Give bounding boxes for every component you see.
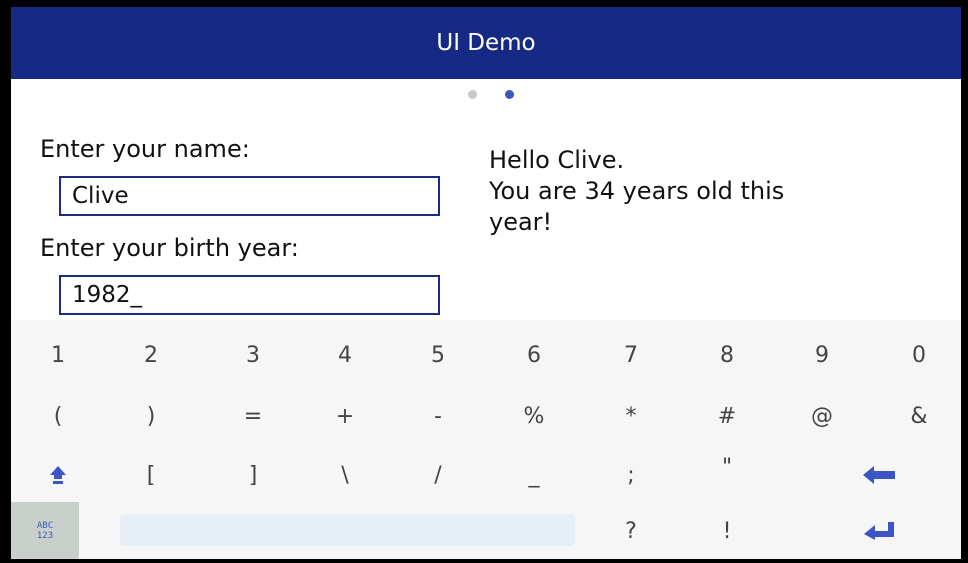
key-3[interactable]: 3	[208, 326, 298, 384]
key-close-bracket[interactable]: ]	[208, 446, 298, 504]
greeting-text: Hello Clive. You are 34 years old this y…	[489, 145, 929, 238]
mode-label-123: 123	[36, 530, 54, 541]
key-7[interactable]: 7	[586, 326, 676, 384]
key-open-paren[interactable]: (	[13, 387, 103, 445]
key-ampersand[interactable]: &	[874, 387, 961, 445]
key-double-quote[interactable]: "	[682, 438, 772, 496]
page-dot-1[interactable]	[468, 90, 477, 99]
key-1[interactable]: 1	[13, 326, 103, 384]
key-2[interactable]: 2	[106, 326, 196, 384]
keyboard-mode-toggle[interactable]: ABC 123	[11, 502, 79, 559]
backspace-key[interactable]	[834, 446, 924, 504]
key-hash[interactable]: #	[682, 387, 772, 445]
key-0[interactable]: 0	[874, 326, 961, 384]
greeting-line-1: Hello Clive.	[489, 146, 625, 174]
title-bar: UI Demo	[11, 7, 961, 79]
key-question-mark[interactable]: ?	[586, 502, 676, 559]
key-asterisk[interactable]: *	[586, 387, 676, 445]
shift-up-arrow-icon	[50, 466, 66, 484]
greeting-line-3: year!	[489, 208, 553, 236]
key-backslash[interactable]: \	[300, 446, 390, 504]
key-exclamation[interactable]: !	[682, 502, 772, 559]
greeting-line-2: You are 34 years old this	[489, 177, 785, 205]
key-plus[interactable]: +	[300, 387, 390, 445]
key-4[interactable]: 4	[300, 326, 390, 384]
key-at[interactable]: @	[777, 387, 867, 445]
key-close-paren[interactable]: )	[106, 387, 196, 445]
key-open-bracket[interactable]: [	[106, 446, 196, 504]
key-5[interactable]: 5	[393, 326, 483, 384]
birth-year-input[interactable]: 1982_	[59, 275, 440, 315]
enter-arrow-icon	[864, 522, 894, 540]
window-title: UI Demo	[436, 30, 536, 56]
shift-key[interactable]	[13, 446, 103, 504]
page-indicator	[11, 88, 961, 102]
key-percent[interactable]: %	[489, 387, 579, 445]
key-6[interactable]: 6	[489, 326, 579, 384]
app-screen: UI Demo Enter your name: Clive Enter you…	[11, 7, 961, 559]
key-8[interactable]: 8	[682, 326, 772, 384]
key-slash[interactable]: /	[393, 446, 483, 504]
key-minus[interactable]: -	[393, 387, 483, 445]
name-label: Enter your name:	[40, 135, 250, 163]
mode-label-abc: ABC	[36, 520, 54, 531]
key-underscore[interactable]: _	[489, 446, 579, 504]
enter-key[interactable]	[834, 502, 924, 559]
key-semicolon[interactable]: ;	[586, 446, 676, 504]
key-9[interactable]: 9	[777, 326, 867, 384]
on-screen-keyboard: 1 2 3 4 5 6 7 8 9 0 ( ) = + - % * # @ & …	[11, 320, 961, 559]
space-bar[interactable]	[120, 514, 575, 546]
page-dot-2-active[interactable]	[505, 90, 514, 99]
key-equals[interactable]: =	[208, 387, 298, 445]
backspace-arrow-icon	[863, 466, 895, 484]
name-input[interactable]: Clive	[59, 176, 440, 216]
birth-year-label: Enter your birth year:	[40, 234, 299, 262]
